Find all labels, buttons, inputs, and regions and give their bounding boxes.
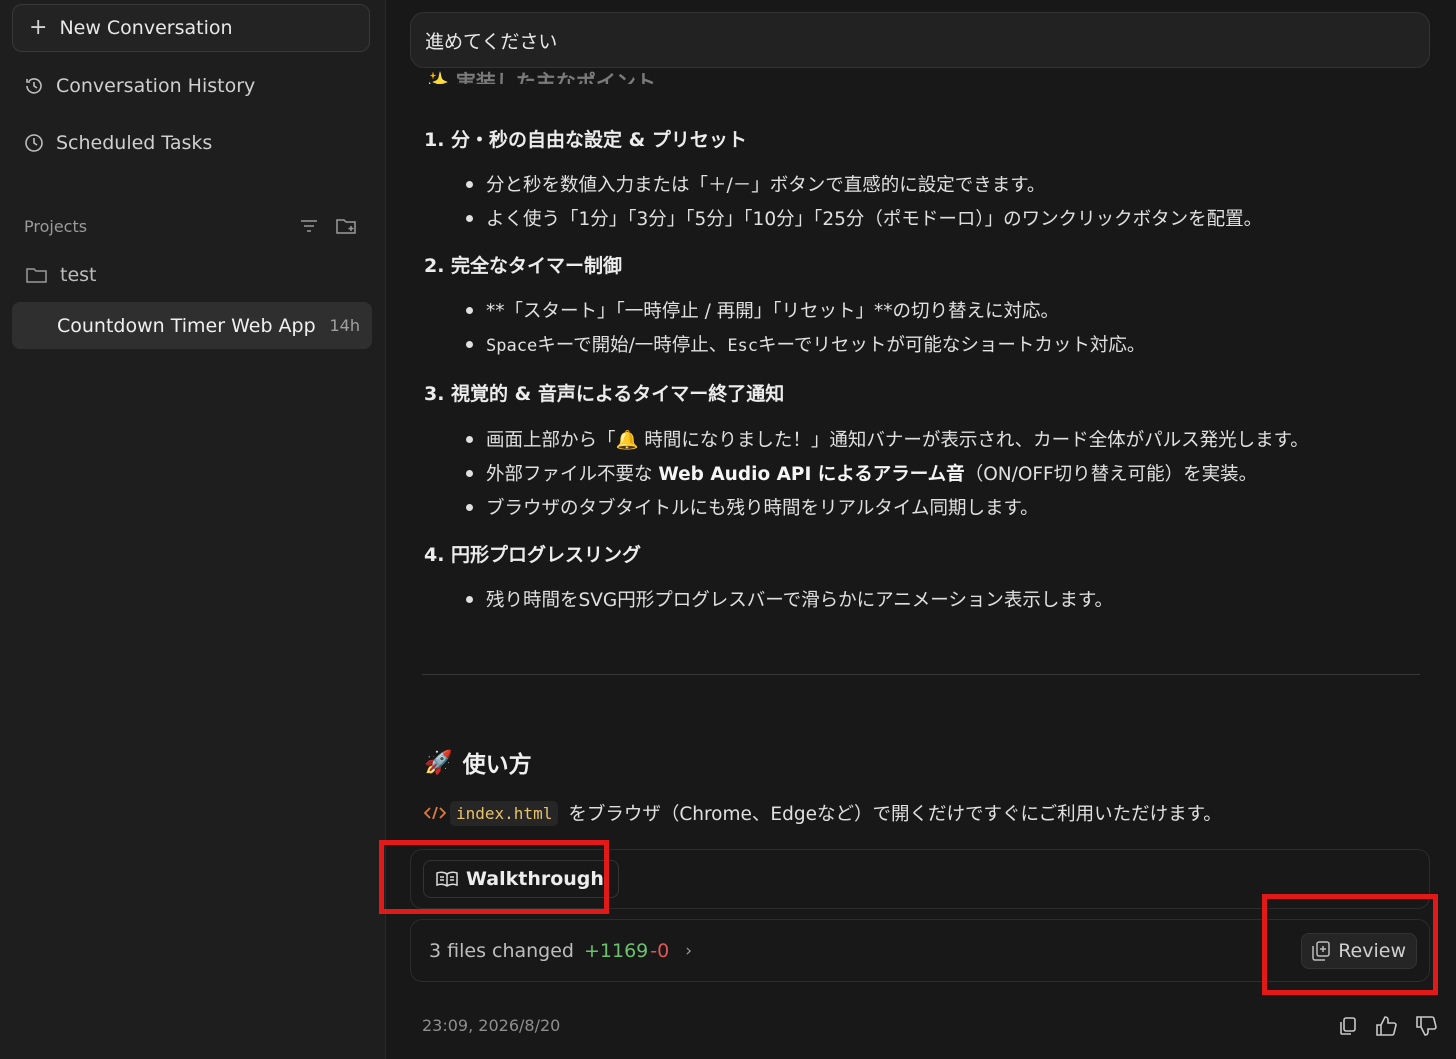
- history-icon: [26, 78, 42, 94]
- usage-text: をブラウザ（Chrome、Edgeなど）で開くだけですぐにご利用いただけます。: [568, 804, 1222, 825]
- new-conversation-label: New Conversation: [59, 17, 233, 39]
- files-changed-count: 3 files changed: [429, 940, 574, 962]
- list-item-text: （ON/OFF切り替え可能）を実装。: [964, 464, 1258, 485]
- conversation-age: 14h: [329, 316, 361, 335]
- list-item: 画面上部から「🔔 時間になりました！」通知バナーが表示され、カード全体がパルス発…: [466, 426, 1309, 452]
- folder-icon: [26, 268, 47, 283]
- files-changed-summary[interactable]: 3 files changed +1169 -0 ›: [429, 940, 692, 962]
- message-actions: [1338, 1016, 1438, 1036]
- filter-icon[interactable]: [300, 219, 318, 233]
- list-item: よく使う「1分」「3分」「5分」「10分」「25分（ポモドーロ）」のワンクリック…: [465, 205, 1262, 231]
- bold-text: Web Audio API によるアラーム音: [658, 464, 965, 485]
- usage-heading: 🚀 使い方: [424, 745, 532, 779]
- list-item: 外部ファイル不要な Web Audio API によるアラーム音（ON/OFF切…: [465, 460, 1258, 486]
- copy-icon[interactable]: [1338, 1016, 1358, 1036]
- list-item: ブラウザのタブタイトルにも残り時間をリアルタイム同期します。: [466, 494, 1039, 520]
- list-item-text: キーで開始/一時停止、: [537, 335, 728, 356]
- new-folder-icon[interactable]: [336, 217, 358, 235]
- divider: [422, 674, 1420, 675]
- inline-code: Space: [486, 336, 538, 356]
- file-chip[interactable]: index.html: [450, 800, 559, 826]
- list-item-text: 外部ファイル不要な: [486, 464, 659, 485]
- message-timestamp: 23:09, 2026/8/20: [422, 1016, 561, 1035]
- list-item-text: キーでリセットが可能なショートカット対応。: [758, 335, 1146, 356]
- project-folder-test[interactable]: test: [26, 264, 97, 286]
- thumbs-down-icon[interactable]: [1416, 1016, 1438, 1036]
- message-input[interactable]: 進めてください: [410, 12, 1430, 68]
- inline-code: Esc: [727, 336, 759, 356]
- conversation-history-label: Conversation History: [56, 75, 256, 97]
- rocket-icon: 🚀: [424, 749, 453, 776]
- scheduled-tasks-link[interactable]: Scheduled Tasks: [24, 132, 212, 154]
- code-file-icon: [424, 806, 446, 820]
- message-input-text: 進めてください: [425, 30, 558, 53]
- conversation-title: Countdown Timer Web App: [57, 314, 316, 337]
- new-conversation-button[interactable]: + New Conversation: [12, 4, 370, 52]
- scheduled-tasks-label: Scheduled Tasks: [56, 132, 213, 154]
- list-item: 残り時間をSVG円形プログレスバーで滑らかにアニメーション表示します。: [465, 586, 1113, 612]
- highlight-walkthrough: [379, 840, 609, 914]
- chevron-right-icon: ›: [685, 941, 693, 961]
- plus-icon: +: [29, 15, 48, 40]
- section-title: 2. 完全なタイマー制御: [424, 255, 623, 277]
- clock-icon: [25, 134, 43, 152]
- lines-removed: -0: [650, 940, 670, 962]
- section-title: 1. 分・秒の自由な設定 & プリセット: [424, 129, 747, 151]
- conversation-history-link[interactable]: Conversation History: [24, 75, 255, 97]
- list-item: 分と秒を数値入力または「＋/－」ボタンで直感的に設定できます。: [465, 171, 1045, 197]
- lines-added: +1169: [584, 940, 649, 962]
- usage-heading-text: 使い方: [462, 752, 532, 778]
- usage-line: index.html をブラウザ（Chrome、Edgeなど）で開くだけですぐに…: [424, 800, 1222, 826]
- list-item: **「スタート」「一時停止 / 再開」「リセット」**の切り替えに対応。: [466, 297, 1059, 323]
- highlight-review: [1262, 894, 1438, 995]
- section-title: 4. 円形プログレスリング: [424, 544, 642, 566]
- thumbs-up-icon[interactable]: [1376, 1016, 1398, 1036]
- projects-header: Projects: [24, 212, 358, 240]
- conversation-item-active[interactable]: Countdown Timer Web App 14h: [12, 302, 372, 349]
- sidebar: + New Conversation Conversation History …: [0, 0, 386, 1059]
- section-title: 3. 視覚的 & 音声によるタイマー終了通知: [424, 383, 785, 405]
- list-item: Spaceキーで開始/一時停止、Escキーでリセットが可能なショートカット対応。: [465, 331, 1146, 357]
- folder-label: test: [60, 264, 97, 286]
- projects-label: Projects: [24, 216, 88, 236]
